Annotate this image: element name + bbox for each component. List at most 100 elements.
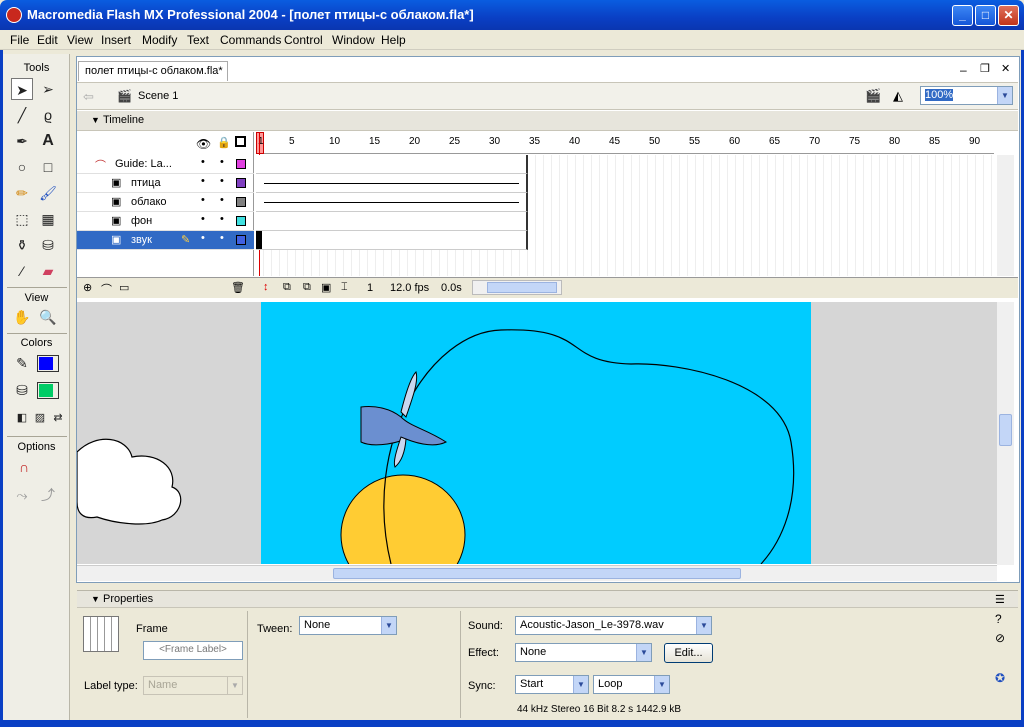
fill-transform-tool-icon[interactable]: ▦ — [37, 208, 59, 230]
pencil-tool-icon[interactable]: ✏ — [11, 182, 33, 204]
frame-label-input[interactable]: <Frame Label> — [143, 641, 243, 660]
stroke-color-swatch[interactable] — [37, 355, 59, 372]
loop-select[interactable]: Loop ▼ — [593, 675, 670, 694]
edit-sound-button[interactable]: Edit... — [664, 643, 713, 663]
swap-colors-icon[interactable]: ⇄ — [47, 407, 69, 429]
brush-tool-icon[interactable]: 🖌 — [37, 182, 59, 204]
sync-select[interactable]: Start ▼ — [515, 675, 589, 694]
stage-hscroll-thumb[interactable] — [333, 568, 741, 579]
doc-restore-icon[interactable]: ❐ — [980, 62, 990, 75]
paint-bucket-tool-icon[interactable]: ⛁ — [37, 234, 59, 256]
menu-modify[interactable]: Modify — [142, 33, 177, 47]
layer-outline-color[interactable] — [236, 159, 246, 169]
frames-grid[interactable] — [256, 132, 996, 276]
layer-row[interactable]: ▣ звук ✎ • • — [77, 231, 254, 250]
add-guide-icon[interactable]: ⌒ — [101, 281, 112, 297]
frame-span[interactable] — [256, 231, 528, 250]
menu-commands[interactable]: Commands — [220, 33, 281, 47]
timeline-hscroll[interactable] — [472, 280, 562, 295]
lock-icon[interactable]: 🔒 — [217, 136, 231, 149]
straighten-icon[interactable]: ⤴ — [37, 484, 59, 506]
rectangle-tool-icon[interactable]: □ — [37, 156, 59, 178]
menu-view[interactable]: View — [67, 33, 93, 47]
zoom-tool-icon[interactable]: 🔍 — [37, 306, 59, 328]
lock-dot[interactable]: • — [220, 232, 224, 244]
zoom-select[interactable]: 100% ▼ — [920, 86, 1013, 105]
outline-icon[interactable] — [235, 136, 246, 147]
minimize-button[interactable]: _ — [952, 5, 973, 26]
accessibility-icon[interactable]: ✪ — [995, 671, 1005, 685]
insert-folder-icon[interactable]: ▭ — [119, 281, 129, 294]
free-transform-tool-icon[interactable]: ⬚ — [11, 208, 33, 230]
menu-window[interactable]: Window — [332, 33, 375, 47]
layer-outline-color[interactable] — [236, 216, 246, 226]
stage-vscroll[interactable] — [997, 302, 1014, 565]
effect-select[interactable]: None ▼ — [515, 643, 652, 662]
edit-scene-icon[interactable]: 🎬 — [865, 88, 881, 104]
timeline-header[interactable]: ▼ Timeline — [77, 111, 1018, 131]
doc-close-icon[interactable]: ✕ — [1001, 62, 1010, 75]
oval-tool-icon[interactable]: ○ — [11, 156, 33, 178]
frame-span[interactable] — [256, 212, 528, 231]
fill-color-swatch[interactable] — [37, 382, 59, 399]
lock-dot[interactable]: • — [220, 213, 224, 225]
line-tool-icon[interactable]: ╱ — [11, 104, 33, 126]
close-button[interactable]: ✕ — [998, 5, 1019, 26]
menu-edit[interactable]: Edit — [37, 33, 58, 47]
properties-header[interactable]: ▼ Properties ☰ — [77, 590, 1018, 608]
options-menu-icon[interactable]: ☰ — [995, 593, 1005, 606]
visibility-dot[interactable]: • — [201, 156, 205, 168]
visibility-dot[interactable]: • — [201, 175, 205, 187]
visibility-dot[interactable]: • — [201, 213, 205, 225]
layer-outline-color[interactable] — [236, 235, 246, 245]
doc-minimize-icon[interactable]: ‒ — [960, 63, 967, 77]
eraser-tool-icon[interactable]: ▰ — [37, 260, 59, 282]
layer-row[interactable]: ▣ фон • • — [77, 212, 254, 231]
lock-dot[interactable]: • — [220, 156, 224, 168]
layer-outline-color[interactable] — [236, 197, 246, 207]
maximize-button[interactable]: □ — [975, 5, 996, 26]
snap-magnet-icon[interactable]: ∩ — [13, 456, 35, 478]
edit-multiple-frames-icon[interactable]: ▣ — [321, 281, 331, 294]
onion-skin-icon[interactable]: ⧉ — [283, 281, 291, 294]
stage-hscroll[interactable] — [77, 565, 997, 581]
insert-layer-icon[interactable]: ⊕ — [83, 281, 92, 294]
scene-label[interactable]: Scene 1 — [138, 90, 178, 102]
timeline-hscroll-thumb[interactable] — [487, 282, 557, 293]
subselect-tool-icon[interactable]: ➢ — [37, 78, 59, 100]
layer-row[interactable]: ▣ облако • • — [77, 193, 254, 212]
label-type-select[interactable]: Name ▼ — [143, 676, 243, 695]
sound-select[interactable]: Acoustic-Jason_Le-3978.wav ▼ — [515, 616, 712, 635]
timeline-vscroll[interactable] — [997, 155, 1014, 276]
timeline-ruler[interactable]: 1 5 10 15 20 25 30 35 40 45 50 55 60 65 70 75 80 85 90 — [256, 132, 994, 154]
center-frame-icon[interactable]: ↕ — [263, 281, 269, 293]
edit-symbols-icon[interactable]: ◭ — [893, 88, 903, 104]
eye-icon[interactable]: 👁 — [196, 137, 211, 151]
stage[interactable] — [261, 302, 811, 564]
pen-tool-icon[interactable]: ✒ — [11, 130, 33, 152]
document-tab[interactable]: полет птицы-с облаком.fla* — [78, 61, 228, 81]
arrow-tool-icon[interactable]: ➤ — [11, 78, 33, 100]
frame-span[interactable] — [256, 155, 528, 174]
onion-markers-icon[interactable]: ⌶ — [341, 281, 348, 294]
delete-layer-icon[interactable]: 🗑 — [231, 281, 245, 294]
visibility-dot[interactable]: • — [201, 232, 205, 244]
hand-tool-icon[interactable]: ✋ — [11, 306, 33, 328]
layer-row[interactable]: ▣ птица • • — [77, 174, 254, 193]
tween-select[interactable]: None ▼ — [299, 616, 397, 635]
visibility-dot[interactable]: • — [201, 194, 205, 206]
smooth-icon[interactable]: ⤳ — [11, 484, 33, 506]
onion-outline-icon[interactable]: ⧉ — [303, 281, 311, 294]
menu-help[interactable]: Help — [381, 33, 406, 47]
lock-dot[interactable]: • — [220, 194, 224, 206]
lasso-tool-icon[interactable]: ϱ — [37, 104, 59, 126]
layer-row[interactable]: ⌒ Guide: La... • • — [77, 155, 254, 174]
help-icon[interactable]: ? — [995, 612, 1002, 626]
text-tool-icon[interactable]: A — [37, 130, 59, 152]
edit-in-place-icon[interactable]: ⊘ — [995, 631, 1005, 645]
menu-control[interactable]: Control — [284, 33, 323, 47]
ink-bottle-tool-icon[interactable]: ⚱ — [11, 234, 33, 256]
menu-text[interactable]: Text — [187, 33, 209, 47]
stage-vscroll-thumb[interactable] — [999, 414, 1012, 446]
pasteboard[interactable] — [77, 302, 997, 564]
